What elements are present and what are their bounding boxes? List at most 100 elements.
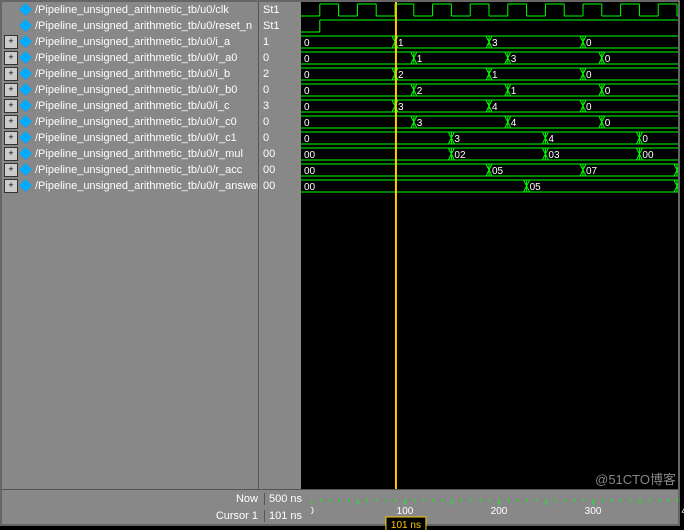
signal-name: /Pipeline_unsigned_arithmetic_tb/u0/i_c — [35, 100, 229, 112]
expand-icon[interactable]: + — [4, 131, 18, 145]
svg-text:0: 0 — [586, 38, 592, 49]
svg-text:0: 0 — [304, 86, 310, 97]
signal-icon — [20, 4, 32, 16]
signal-row[interactable]: + /Pipeline_unsigned_arithmetic_tb/u0/r_a… — [2, 178, 258, 194]
signal-icon — [20, 116, 32, 128]
expand-icon[interactable]: + — [4, 83, 18, 97]
signal-row[interactable]: + /Pipeline_unsigned_arithmetic_tb/u0/r_m… — [2, 146, 258, 162]
signal-icon — [20, 164, 32, 176]
expand-icon[interactable]: + — [4, 67, 18, 81]
signal-value: St1 — [259, 18, 301, 34]
svg-text:1: 1 — [492, 70, 498, 81]
signal-row[interactable]: + /Pipeline_unsigned_arithmetic_tb/u0/r_a… — [2, 50, 258, 66]
svg-text:0: 0 — [304, 102, 310, 113]
svg-text:2: 2 — [398, 70, 404, 81]
svg-text:300: 300 — [585, 506, 602, 516]
watermark: @51CTO博客 — [595, 469, 676, 488]
expand-icon[interactable]: + — [4, 115, 18, 129]
svg-text:0: 0 — [586, 70, 592, 81]
signal-row[interactable]: + /Pipeline_unsigned_arithmetic_tb/u0/i_a — [2, 34, 258, 50]
svg-text:03: 03 — [548, 150, 560, 161]
cursor-value[interactable]: 101 ns — [264, 510, 311, 522]
signal-value: 0 — [259, 114, 301, 130]
signal-name: /Pipeline_unsigned_arithmetic_tb/u0/r_an… — [35, 180, 258, 192]
svg-text:00: 00 — [642, 150, 654, 161]
svg-text:3: 3 — [492, 38, 498, 49]
svg-text:00: 00 — [304, 166, 316, 177]
signal-name: /Pipeline_unsigned_arithmetic_tb/u0/i_b — [35, 68, 230, 80]
signal-icon — [20, 84, 32, 96]
signal-name: /Pipeline_unsigned_arithmetic_tb/u0/r_ac… — [35, 164, 242, 176]
signal-name: /Pipeline_unsigned_arithmetic_tb/u0/rese… — [35, 20, 252, 32]
signal-value: 3 — [259, 98, 301, 114]
expand-icon[interactable]: + — [4, 163, 18, 177]
svg-text:0: 0 — [304, 54, 310, 65]
svg-text:1: 1 — [398, 38, 404, 49]
expand-icon[interactable]: + — [4, 179, 18, 193]
svg-text:0: 0 — [642, 134, 648, 145]
svg-text:0: 0 — [605, 54, 611, 65]
now-label: Now — [2, 493, 264, 505]
svg-text:00: 00 — [304, 150, 316, 161]
svg-text:00: 00 — [304, 182, 316, 193]
svg-text:0: 0 — [304, 38, 310, 49]
svg-text:4: 4 — [511, 118, 517, 129]
svg-text:0: 0 — [304, 70, 310, 81]
svg-text:200: 200 — [491, 506, 508, 516]
svg-text:1: 1 — [511, 86, 517, 97]
svg-text:3: 3 — [417, 118, 423, 129]
svg-text:1: 1 — [417, 54, 423, 65]
signal-icon — [20, 52, 32, 64]
svg-text:3: 3 — [398, 102, 404, 113]
svg-text:02: 02 — [454, 150, 466, 161]
svg-text:0: 0 — [605, 86, 611, 97]
svg-text:05: 05 — [530, 182, 542, 193]
svg-text:3: 3 — [511, 54, 517, 65]
signal-row[interactable]: +/Pipeline_unsigned_arithmetic_tb/u0/r_c… — [2, 114, 258, 130]
signal-name: /Pipeline_unsigned_arithmetic_tb/u0/r_a0 — [35, 52, 237, 64]
svg-text:4: 4 — [492, 102, 498, 113]
svg-text:0: 0 — [311, 506, 314, 516]
expand-icon[interactable]: + — [4, 51, 18, 65]
signal-value: 0 — [259, 130, 301, 146]
signal-icon — [20, 148, 32, 160]
signal-row[interactable]: /Pipeline_unsigned_arithmetic_tb/u0/rese… — [2, 18, 258, 34]
signal-values-panel: St1St11020300000000 — [258, 2, 301, 489]
cursor-label: Cursor 1 — [2, 510, 264, 522]
svg-text:2: 2 — [417, 86, 423, 97]
signal-value: 0 — [259, 50, 301, 66]
signal-row[interactable]: /Pipeline_unsigned_arithmetic_tb/u0/clk — [2, 2, 258, 18]
expand-icon[interactable]: + — [4, 35, 18, 49]
signal-value: St1 — [259, 2, 301, 18]
svg-text:0: 0 — [304, 118, 310, 129]
signal-row[interactable]: + /Pipeline_unsigned_arithmetic_tb/u0/r_a… — [2, 162, 258, 178]
svg-text:07: 07 — [586, 166, 598, 177]
signal-value: 00 — [259, 146, 301, 162]
svg-text:0: 0 — [304, 134, 310, 145]
signal-row[interactable]: + /Pipeline_unsigned_arithmetic_tb/u0/r_b… — [2, 82, 258, 98]
signal-name: /Pipeline_unsigned_arithmetic_tb/u0/r_b0 — [35, 84, 237, 96]
signal-name: /Pipeline_unsigned_arithmetic_tb/u0/i_a — [35, 36, 230, 48]
signal-icon — [20, 36, 32, 48]
signal-name: /Pipeline_unsigned_arithmetic_tb/u0/r_c1 — [35, 132, 237, 144]
signal-row[interactable]: + /Pipeline_unsigned_arithmetic_tb/u0/i_c — [2, 98, 258, 114]
signal-row[interactable]: + /Pipeline_unsigned_arithmetic_tb/u0/r_c… — [2, 130, 258, 146]
signal-row[interactable]: + /Pipeline_unsigned_arithmetic_tb/u0/i_b — [2, 66, 258, 82]
svg-text:3: 3 — [454, 134, 460, 145]
svg-text:4: 4 — [548, 134, 554, 145]
svg-text:0: 0 — [586, 102, 592, 113]
signal-icon — [20, 180, 32, 192]
waveform-panel[interactable]: 0130013002100210034003400340000203000005… — [301, 2, 678, 489]
signal-names-panel: /Pipeline_unsigned_arithmetic_tb/u0/clk /… — [2, 2, 258, 489]
now-value: 500 ns — [264, 493, 311, 505]
cursor-marker: 101 ns — [391, 520, 421, 530]
signal-name: /Pipeline_unsigned_arithmetic_tb/u0/r_mu… — [35, 148, 243, 160]
signal-icon — [20, 132, 32, 144]
signal-name: /Pipeline_unsigned_arithmetic_tb/u0/clk — [35, 4, 229, 16]
signal-value: 00 — [259, 162, 301, 178]
expand-icon[interactable]: + — [4, 147, 18, 161]
footer: Now 500 ns 010020030040 Cursor 1 101 ns … — [2, 489, 678, 524]
signal-icon — [20, 20, 32, 32]
expand-icon[interactable]: + — [4, 99, 18, 113]
signal-value: 0 — [259, 82, 301, 98]
